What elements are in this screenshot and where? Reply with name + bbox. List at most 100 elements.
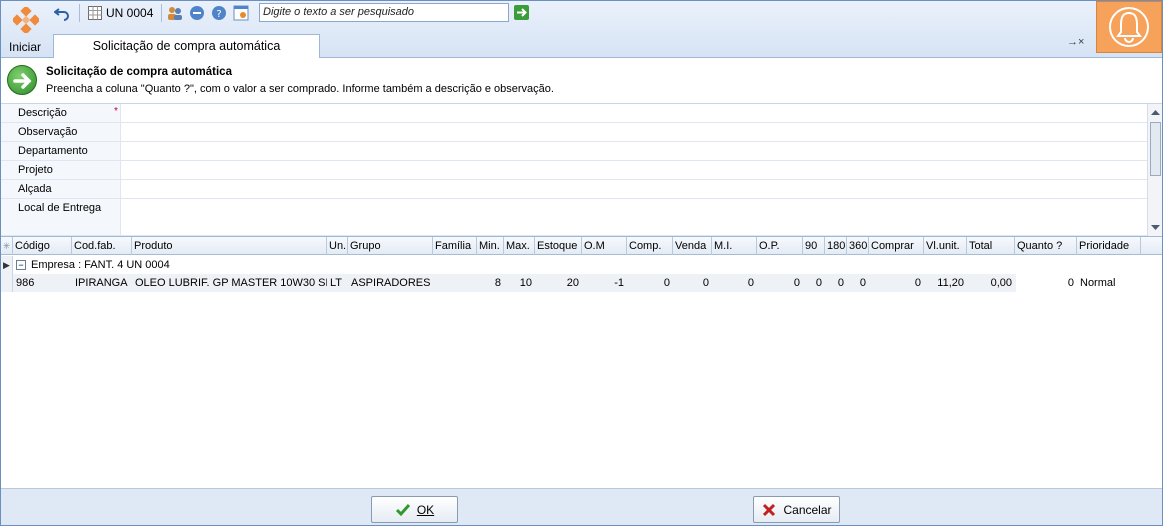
group-label: Empresa : FANT. 4 UN 0004: [31, 259, 170, 271]
cell-un[interactable]: LT: [327, 274, 348, 292]
info-header: Solicitação de compra automática Preench…: [1, 59, 1162, 103]
cell-180[interactable]: 0: [825, 274, 847, 292]
arrow-right-icon: [517, 8, 527, 17]
row-indicator: [1, 274, 13, 292]
minimize-icon[interactable]: [188, 4, 206, 22]
scroll-up-icon[interactable]: [1148, 107, 1163, 117]
row-indicator-icon: ▶: [1, 256, 13, 274]
cancel-button[interactable]: Cancelar: [753, 496, 840, 523]
column-header[interactable]: Vl.unit.: [924, 237, 967, 255]
field-row-descricao[interactable]: Descrição *: [1, 104, 1147, 123]
search-input[interactable]: Digite o texto a ser pesquisado: [259, 3, 509, 22]
users-icon[interactable]: [166, 4, 184, 22]
scrollbar-thumb[interactable]: [1150, 122, 1161, 176]
cell-produto[interactable]: OLEO LUBRIF. GP MASTER 10W30 SL 4L: [132, 274, 327, 292]
column-header[interactable]: Cod.fab.: [72, 237, 132, 255]
cell-codigo[interactable]: 986: [13, 274, 72, 292]
cell-cod-fab[interactable]: IPIRANGA: [72, 274, 132, 292]
group-row[interactable]: ▶ − Empresa : FANT. 4 UN 0004: [1, 256, 1162, 274]
start-button[interactable]: Iniciar: [3, 3, 47, 55]
page-title: Solicitação de compra automática: [46, 66, 232, 78]
cell-op[interactable]: 0: [757, 274, 803, 292]
column-header[interactable]: O.P.: [757, 237, 803, 255]
window: Iniciar UN 0004 ? Digite o texto a ser p…: [0, 0, 1163, 526]
cell-comp[interactable]: 0: [627, 274, 673, 292]
field-label: Departamento: [1, 142, 121, 160]
cell-om[interactable]: -1: [582, 274, 627, 292]
cell-estoque[interactable]: 20: [535, 274, 582, 292]
settings-window-icon[interactable]: [232, 4, 250, 22]
ok-button[interactable]: OK: [371, 496, 458, 523]
grid-header: ✳ Código Cod.fab. Produto Un. Grupo Famí…: [1, 237, 1162, 255]
cell-comprar[interactable]: 0: [869, 274, 924, 292]
grid-icon: [88, 6, 102, 20]
column-header[interactable]: Prioridade: [1077, 237, 1141, 255]
column-header[interactable]: Un.: [327, 237, 348, 255]
toolbar-separator: [161, 4, 163, 22]
form-scrollbar[interactable]: [1147, 104, 1162, 236]
scroll-down-icon[interactable]: [1148, 223, 1163, 233]
field-row-local-entrega[interactable]: Local de Entrega: [1, 199, 1147, 236]
unit-label: UN 0004: [106, 6, 154, 20]
column-header[interactable]: M.I.: [712, 237, 757, 255]
column-header[interactable]: Código: [13, 237, 72, 255]
column-header[interactable]: Venda: [673, 237, 712, 255]
app-logo-icon: [13, 7, 39, 33]
svg-text:?: ?: [217, 9, 222, 20]
tab-close-icon[interactable]: →×: [1067, 36, 1084, 48]
column-header[interactable]: Comprar: [869, 237, 924, 255]
column-header[interactable]: Comp.: [627, 237, 673, 255]
cancel-label: Cancelar: [783, 502, 832, 517]
start-label: Iniciar: [8, 40, 41, 54]
ok-label: OK: [416, 502, 435, 517]
toolbar-separator: [79, 4, 80, 22]
cell-90[interactable]: 0: [803, 274, 825, 292]
close-icon: [761, 502, 777, 518]
cell-min[interactable]: 8: [477, 274, 504, 292]
column-header[interactable]: Total: [967, 237, 1015, 255]
undo-icon[interactable]: [53, 4, 71, 22]
cell-venda[interactable]: 0: [673, 274, 712, 292]
top-toolbar: Iniciar UN 0004 ? Digite o texto a ser p…: [1, 1, 1162, 58]
column-header[interactable]: 360: [847, 237, 869, 255]
cell-max[interactable]: 10: [504, 274, 535, 292]
column-header[interactable]: Estoque: [535, 237, 582, 255]
field-label: Projeto: [1, 161, 121, 179]
cell-prioridade[interactable]: Normal: [1077, 274, 1141, 292]
request-form: Descrição * Observação Departamento Proj…: [1, 103, 1162, 236]
column-header[interactable]: Grupo: [348, 237, 433, 255]
column-header[interactable]: Max.: [504, 237, 535, 255]
column-header[interactable]: 180: [825, 237, 847, 255]
required-mark: *: [114, 106, 118, 117]
grid-corner-icon[interactable]: ✳: [1, 237, 13, 255]
search-go-button[interactable]: [514, 5, 529, 20]
field-row-observacao[interactable]: Observação: [1, 123, 1147, 142]
cell-quanto-input[interactable]: 0: [1016, 274, 1077, 292]
column-header[interactable]: Produto: [132, 237, 327, 255]
cell-vl-unit[interactable]: 11,20: [924, 274, 967, 292]
unit-selector-button[interactable]: UN 0004: [84, 3, 157, 23]
cell-mi[interactable]: 0: [712, 274, 757, 292]
notifications-button[interactable]: [1096, 1, 1162, 53]
field-label: Descrição: [1, 104, 121, 122]
quick-access-bar: UN 0004 ?: [53, 3, 254, 23]
column-header[interactable]: Min.: [477, 237, 504, 255]
help-icon[interactable]: ?: [210, 4, 228, 22]
field-row-projeto[interactable]: Projeto: [1, 161, 1147, 180]
column-header[interactable]: 90: [803, 237, 825, 255]
cell-total[interactable]: 0,00: [967, 274, 1015, 292]
column-header[interactable]: Família: [433, 237, 477, 255]
column-header[interactable]: O.M: [582, 237, 627, 255]
green-arrow-icon: [7, 65, 37, 95]
field-row-departamento[interactable]: Departamento: [1, 142, 1147, 161]
table-row[interactable]: 986 IPIRANGA OLEO LUBRIF. GP MASTER 10W3…: [1, 274, 1162, 292]
cell-360[interactable]: 0: [847, 274, 869, 292]
products-grid: ✳ Código Cod.fab. Produto Un. Grupo Famí…: [1, 236, 1162, 488]
tab-solicitacao[interactable]: Solicitação de compra automática: [53, 34, 320, 58]
column-header[interactable]: Quanto ?: [1015, 237, 1077, 255]
cell-familia[interactable]: [433, 274, 477, 292]
field-row-alcada[interactable]: Alçada: [1, 180, 1147, 199]
cell-grupo[interactable]: ASPIRADORES: [348, 274, 433, 292]
collapse-icon[interactable]: −: [16, 260, 26, 270]
page-description: Preencha a coluna "Quanto ?", com o valo…: [46, 83, 554, 95]
